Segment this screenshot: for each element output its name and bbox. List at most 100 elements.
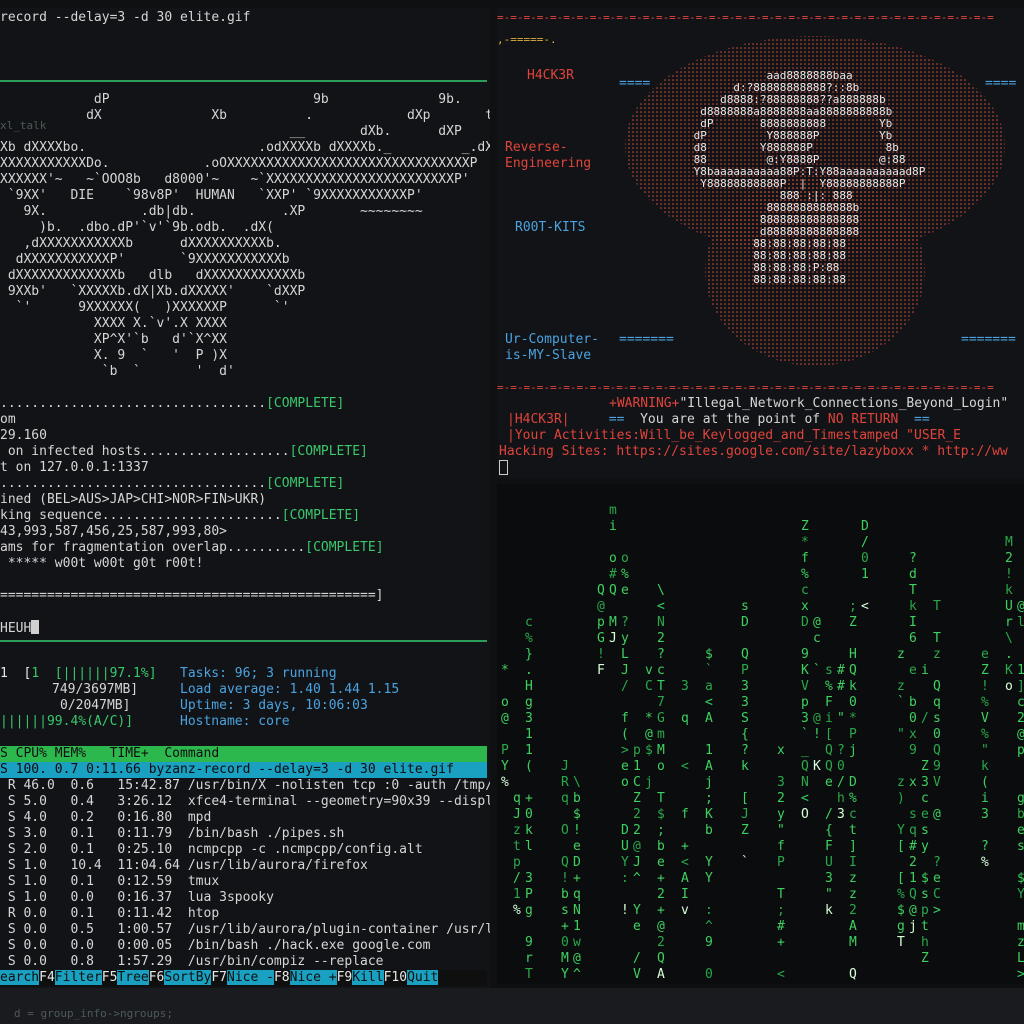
matrix-glyph: D [573, 855, 581, 870]
matrix-glyph: M [561, 951, 569, 966]
process-header-label: S CPU% MEM% TIME+ Command [0, 746, 220, 761]
matrix-glyph: < [861, 599, 869, 614]
function-key-nice-[interactable]: F7Nice - [211, 970, 274, 986]
process-command: htop [187, 906, 220, 921]
process-row[interactable]: S 5.0 0.4 3:26.12 xfce4-terminal --geome… [0, 794, 490, 810]
function-key-quit[interactable]: F10Quit [384, 970, 439, 986]
matrix-glyph: / [513, 871, 521, 886]
matrix-glyph: T [933, 599, 941, 614]
matrix-glyph: % [897, 887, 905, 902]
banner-terminal-pane[interactable]: =-=-=-=-=-=-=-=-=-=-=-=-=-=-=-=-=-=-=-=-… [497, 8, 1024, 478]
htop-function-keys[interactable]: earchF4FilterF5Tree F6SortByF7Nice -F8Ni… [0, 970, 487, 986]
process-command: /usr/bin/X -nolisten tcp :0 -auth /tmp/ [187, 778, 490, 793]
function-key-sortby[interactable]: F6SortBy [149, 970, 212, 986]
matrix-glyph: ! [1005, 567, 1013, 582]
matrix-glyph: 9 [705, 935, 713, 950]
matrix-glyph: 9 [909, 743, 917, 758]
mem-meter: 749/3697MB] [52, 682, 139, 697]
matrix-glyph: @ [657, 919, 665, 934]
matrix-glyph: J [561, 759, 569, 774]
function-key-kill[interactable]: F9Kill [337, 970, 384, 986]
matrix-glyph: ! [813, 727, 821, 742]
matrix-glyph: D [801, 615, 809, 630]
function-key-code: F8 [273, 970, 290, 985]
box-slave: is-MY-Slave [505, 348, 592, 363]
matrix-glyph: ! [621, 903, 629, 918]
matrix-glyph: ; [657, 823, 665, 838]
text-cursor [31, 620, 40, 634]
matrix-glyph: Y [501, 759, 509, 774]
matrix-glyph: P [741, 663, 749, 678]
matrix-glyph: J [513, 807, 521, 822]
process-row[interactable]: S 2.0 0.1 0:25.10 ncmpcpp -c .ncmpcpp/co… [0, 842, 423, 858]
process-row[interactable]: S 0.0 0.8 1:57.29 /usr/bin/compiz --repl… [0, 954, 384, 970]
process-row[interactable]: S 0.0 0.0 0:00.05 /bin/bash ./hack.exe g… [0, 938, 431, 954]
matrix-glyph: l [525, 839, 533, 854]
matrix-rain-pane[interactable]: * o @ P Y% q Jz t p/1% c%}. Hg 3 1 1(+0 k l 3 Pg 9 r T J Rq O Q!… [497, 484, 1024, 984]
matrix-glyph: 2 [657, 631, 665, 646]
process-table-header[interactable]: S CPU% MEM% TIME+ Command [0, 746, 487, 762]
process-row[interactable]: R 46.0 0.6 15:42.87 /usr/bin/X -nolisten… [0, 778, 490, 794]
matrix-glyph: H [849, 647, 857, 662]
matrix-glyph: k [981, 759, 989, 774]
matrix-glyph: q [933, 695, 941, 710]
matrix-glyph: ? [909, 551, 917, 566]
process-row[interactable]: S 3.0 0.1 0:11.79 /bin/bash ./pipes.sh [0, 826, 345, 842]
matrix-glyph: 0 [561, 935, 569, 950]
matrix-glyph: V [981, 711, 989, 726]
function-key-tree[interactable]: F5Tree [102, 970, 149, 986]
matrix-glyph: [ [897, 871, 905, 886]
function-key-label: Quit [407, 970, 439, 985]
matrix-glyph: / [861, 535, 869, 550]
process-row[interactable]: S 4.0 0.2 0:16.80 mpd [0, 810, 212, 826]
matrix-glyph: 9 [525, 935, 533, 950]
matrix-glyph: z [513, 823, 521, 838]
matrix-glyph: g [1017, 791, 1024, 806]
matrix-glyph: h [837, 791, 845, 806]
matrix-glyph: T [897, 935, 905, 950]
matrix-glyph: D [621, 823, 629, 838]
border-mid: =-=-=-=-=-=-=-=-=-=-=-=-=-=-=-=-=-=-=-=-… [497, 381, 994, 394]
matrix-glyph: + [681, 839, 689, 854]
status-line [0, 572, 384, 588]
function-key-filter[interactable]: F4Filter [39, 970, 102, 986]
matrix-glyph: Z [633, 791, 641, 806]
process-row[interactable]: R 0.0 0.1 0:11.42 htop [0, 906, 219, 922]
matrix-glyph: z [897, 647, 905, 662]
process-command: /usr/lib/aurora/firefox [187, 858, 368, 873]
matrix-glyph: _ [801, 743, 809, 758]
left-terminal-pane[interactable]: record --delay=3 -d 30 elite.gif xl_talk… [0, 8, 490, 988]
matrix-glyph: 0 [705, 967, 713, 982]
process-row[interactable]: S 0.0 0.5 1:00.57 /usr/lib/aurora/plugin… [0, 922, 490, 938]
matrix-glyph: " [825, 887, 833, 902]
matrix-glyph: 1 [1017, 663, 1024, 678]
matrix-glyph: ( [981, 775, 989, 790]
process-command: xfce4-terminal --geometry=90x39 --displ [187, 794, 490, 809]
matrix-glyph: @ [1017, 727, 1024, 742]
process-row[interactable]: S 1.0 0.0 0:16.37 lua 3spooky [0, 890, 274, 906]
matrix-glyph: M [609, 615, 617, 630]
matrix-glyph: c [525, 615, 533, 630]
process-stats: R 0.0 0.1 0:11.42 [0, 906, 188, 921]
matrix-glyph: 1 [573, 919, 581, 934]
function-key-nice-[interactable]: F8Nice + [274, 970, 337, 986]
matrix-glyph: + [657, 903, 665, 918]
matrix-glyph: # [837, 663, 845, 678]
process-row[interactable]: S 1.0 0.1 0:12.59 tmux [0, 874, 219, 890]
matrix-glyph: 2 [777, 791, 785, 806]
process-row[interactable]: S 1.0 10.4 11:04.64 /usr/lib/aurora/fire… [0, 858, 368, 874]
border-top: =-=-=-=-=-=-=-=-=-=-=-=-=-=-=-=-=-=-=-=-… [497, 11, 994, 24]
matrix-glyph: ! [573, 823, 581, 838]
process-row[interactable]: S 100. 0.7 0:11.66 byzanz-record --delay… [0, 762, 487, 778]
box-ur-computer: Ur-Computer- [505, 332, 599, 347]
matrix-glyph: e [921, 807, 929, 822]
matrix-glyph: Q [825, 759, 833, 774]
matrix-glyph: { [825, 823, 833, 838]
matrix-glyph: K [801, 663, 809, 678]
function-key-earch[interactable]: earch [0, 970, 40, 986]
bottom-rule-right: ======= [961, 332, 1016, 347]
matrix-glyph: r [1005, 615, 1013, 630]
matrix-glyph: > [1017, 967, 1024, 982]
matrix-glyph: x [909, 775, 917, 790]
matrix-glyph: A [705, 759, 713, 774]
